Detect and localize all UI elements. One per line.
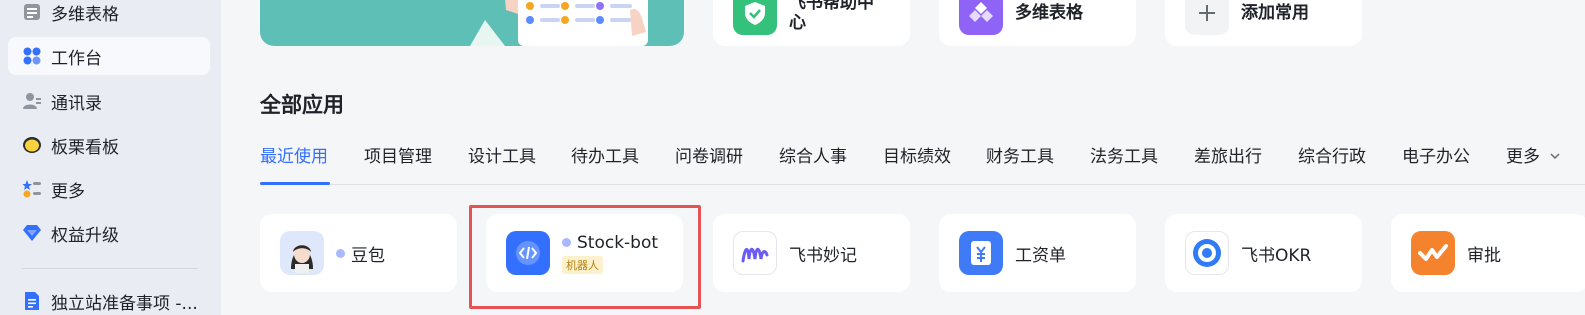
tab-hr[interactable]: 综合人事 — [779, 142, 847, 184]
tab-project-management[interactable]: 项目管理 — [364, 142, 432, 184]
quick-card-label: 飞书帮助中心 — [789, 0, 874, 33]
sidebar-item-contacts[interactable]: 通讯录 — [8, 82, 210, 120]
chevron-down-icon — [1549, 147, 1561, 167]
sidebar-item-label: 工作台 — [51, 48, 102, 69]
quick-card-add-favorite[interactable]: 添加常用 — [1165, 0, 1362, 46]
app-card-payslip[interactable]: 工资单 — [939, 214, 1136, 292]
sidebar-item-more[interactable]: 更多 — [8, 170, 210, 208]
sidebar-item-label: 更多 — [51, 181, 85, 202]
app-card-doubao[interactable]: 豆包 — [260, 214, 457, 292]
doubao-avatar-icon — [280, 231, 324, 275]
main-content: 飞书帮助中心 多维表格 添加常用 全部应用 最近使用 项目管理 设计工具 待办工… — [221, 0, 1585, 315]
minutes-icon — [733, 231, 777, 275]
sidebar-item-upgrade[interactable]: 权益升级 — [8, 214, 210, 252]
app-card-label: 飞书OKR — [1241, 245, 1312, 266]
contacts-icon — [22, 91, 42, 111]
category-tabs: 最近使用 项目管理 设计工具 待办工具 问卷调研 综合人事 目标绩效 财务工具 … — [260, 142, 1585, 185]
tab-design-tools[interactable]: 设计工具 — [468, 142, 536, 184]
okr-icon — [1185, 231, 1229, 275]
sidebar-item-label: 多维表格 — [51, 4, 119, 25]
tab-survey[interactable]: 问卷调研 — [675, 142, 743, 184]
tab-more-label: 更多 — [1506, 147, 1540, 167]
section-title: 全部应用 — [260, 93, 344, 117]
banner-illustration[interactable] — [260, 0, 684, 46]
diamond-icon — [22, 223, 42, 243]
tab-e-office[interactable]: 电子办公 — [1402, 142, 1470, 184]
status-dot — [336, 248, 345, 258]
tab-finance-tools[interactable]: 财务工具 — [986, 142, 1054, 184]
tab-travel[interactable]: 差旅出行 — [1194, 142, 1262, 184]
tab-more[interactable]: 更多 — [1506, 142, 1561, 184]
approval-icon — [1411, 231, 1455, 275]
quick-card-label: 多维表格 — [1015, 3, 1083, 23]
tab-administration[interactable]: 综合行政 — [1298, 142, 1366, 184]
plus-icon — [1185, 0, 1229, 35]
app-card-label: 审批 — [1467, 245, 1501, 266]
sidebar-item-bitable[interactable]: 多维表格 — [8, 0, 210, 31]
sidebar-item-label: 独立站准备事项 -... — [51, 293, 198, 314]
tab-todo-tools[interactable]: 待办工具 — [571, 142, 639, 184]
shield-check-icon — [733, 0, 777, 35]
tab-legal-tools[interactable]: 法务工具 — [1090, 142, 1158, 184]
app-card-approval[interactable]: 审批 — [1391, 214, 1585, 292]
app-card-minutes[interactable]: 飞书妙记 — [713, 214, 910, 292]
app-card-okr[interactable]: 飞书OKR — [1165, 214, 1362, 292]
payslip-icon — [959, 231, 1003, 275]
app-card-label: 豆包 — [351, 245, 385, 266]
tab-okr-performance[interactable]: 目标绩效 — [883, 142, 951, 184]
sidebar-item-label: 通讯录 — [51, 93, 102, 114]
highlight-box — [469, 205, 701, 309]
app-card-label: 飞书妙记 — [789, 245, 857, 266]
table-icon — [22, 2, 42, 22]
more-apps-icon — [22, 179, 42, 199]
tab-recent[interactable]: 最近使用 — [260, 142, 328, 184]
sidebar-item-label: 权益升级 — [51, 225, 119, 246]
quick-card-help-center[interactable]: 飞书帮助中心 — [713, 0, 910, 46]
sidebar-item-doc[interactable]: 独立站准备事项 -... — [8, 282, 210, 315]
board-icon — [22, 135, 42, 155]
active-tab-indicator — [260, 182, 330, 185]
quick-card-bitable[interactable]: 多维表格 — [939, 0, 1136, 46]
app-card-label: 工资单 — [1015, 245, 1066, 266]
sidebar-divider — [22, 268, 198, 269]
quick-card-label: 添加常用 — [1241, 3, 1309, 23]
sidebar-item-board[interactable]: 板栗看板 — [8, 126, 210, 164]
sidebar-item-label: 板栗看板 — [51, 137, 119, 158]
doc-icon — [22, 291, 42, 311]
sidebar-item-workspace[interactable]: 工作台 — [8, 37, 210, 75]
bitable-icon — [959, 0, 1003, 35]
sidebar: 多维表格 工作台 通讯录 板栗看板 更多 权益升级 独立站准备事项 -... — [0, 0, 221, 315]
workspace-icon — [22, 46, 42, 66]
